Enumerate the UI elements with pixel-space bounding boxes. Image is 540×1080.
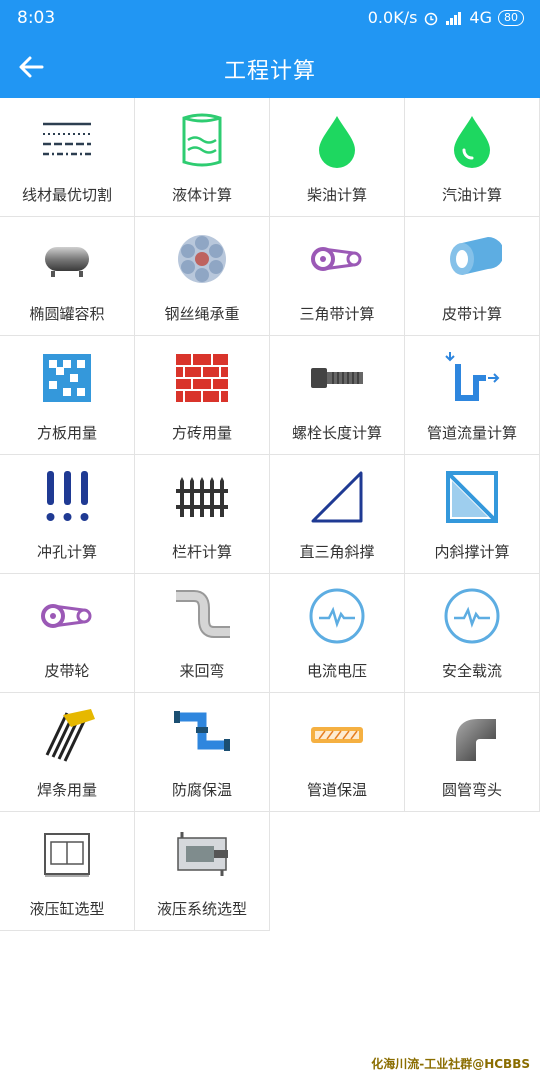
pulley-icon (41, 604, 92, 628)
grid-item-liquid[interactable]: 液体计算 (135, 98, 270, 217)
grid-item-pipe-insulation[interactable]: 管道保温 (270, 693, 405, 812)
liquid-cylinder-icon (182, 113, 222, 167)
bolt-icon (311, 368, 363, 388)
grid-item-label: 液压系统选型 (156, 900, 247, 918)
right-triangle-icon (311, 471, 363, 523)
grid-item-label: 线材最优切割 (21, 186, 112, 204)
grid-item-label: 椭圆罐容积 (29, 305, 105, 323)
grid-item-label: 汽油计算 (441, 186, 502, 204)
grid-item-label: 方砖用量 (171, 424, 232, 442)
grid-item-pipe-flow[interactable]: 管道流量计算 (405, 336, 540, 455)
brick-icon (176, 354, 228, 402)
tank-icon (45, 247, 89, 277)
green-drop-outline-icon (454, 116, 490, 168)
grid-item-label: 方板用量 (36, 424, 97, 442)
grid-item-label: 皮带计算 (441, 305, 502, 323)
hydraulic-system-icon (177, 832, 228, 876)
elbow-icon (456, 719, 496, 761)
watermark: 化海川流-工业社群@HCBBS (371, 1057, 530, 1071)
grid-item-label: 安全载流 (441, 662, 502, 680)
grid-item-punch[interactable]: 冲孔计算 (0, 455, 135, 574)
grid-item-pulley[interactable]: 皮带轮 (0, 574, 135, 693)
grid-item-label: 液压缸选型 (29, 900, 105, 918)
grid-item-label: 管道流量计算 (426, 424, 517, 442)
grid-item-right-triangle[interactable]: 直三角斜撑 (270, 455, 405, 574)
signal-type: 4G (469, 8, 492, 27)
grid-item-label: 焊条用量 (36, 781, 97, 799)
pipe-insulation-icon (311, 727, 363, 743)
grid-item-label: 内斜撑计算 (434, 543, 510, 561)
grid-item-wire-cut[interactable]: 线材最优切割 (0, 98, 135, 217)
dashed-lines-icon (43, 122, 91, 156)
grid-item-v-belt[interactable]: 三角带计算 (270, 217, 405, 336)
pipe-flow-icon (445, 352, 500, 401)
grid-item-label: 螺栓长度计算 (291, 424, 382, 442)
grid-item-welding-rod[interactable]: 焊条用量 (0, 693, 135, 812)
grid-item-label: 冲孔计算 (36, 543, 97, 561)
grid-item-label: 柴油计算 (306, 186, 367, 204)
grid-item-label: 液体计算 (171, 186, 232, 204)
grid-item-s-bend[interactable]: 来回弯 (135, 574, 270, 693)
fence-icon (176, 477, 228, 517)
status-bar: 8:03 0.0K/s 4G 80 (0, 0, 540, 38)
network-speed: 0.0K/s (367, 8, 418, 27)
grid-item-diesel[interactable]: 柴油计算 (270, 98, 405, 217)
grid-item-hydraulic-system[interactable]: 液压系统选型 (135, 812, 270, 931)
grid-item-safe-current[interactable]: 安全载流 (405, 574, 540, 693)
belt-roll-icon (450, 237, 502, 275)
grid-item-wire-rope[interactable]: 钢丝绳承重 (135, 217, 270, 336)
grid-item-plate[interactable]: 方板用量 (0, 336, 135, 455)
welding-rod-icon (45, 709, 95, 762)
hydraulic-cylinder-icon (44, 833, 90, 877)
grid-item-label: 管道保温 (306, 781, 367, 799)
grid-item-label: 防腐保温 (171, 781, 232, 799)
page-title: 工程计算 (223, 59, 316, 84)
grid-item-label: 皮带轮 (44, 662, 90, 680)
plate-grid-icon (43, 354, 91, 402)
grid-item-label: 钢丝绳承重 (164, 305, 240, 323)
grid-item-anticorrosion[interactable]: 防腐保温 (135, 693, 270, 812)
inner-brace-icon (446, 471, 498, 523)
current-voltage-icon (309, 588, 365, 644)
wire-rope-icon (178, 235, 226, 283)
grid-item-label: 直三角斜撑 (299, 543, 375, 561)
v-belt-icon (311, 247, 362, 271)
anticorrosion-pipe-icon (174, 711, 230, 751)
grid-item-gasoline[interactable]: 汽油计算 (405, 98, 540, 217)
grid-item-belt[interactable]: 皮带计算 (405, 217, 540, 336)
alarm-icon (425, 12, 438, 25)
grid-item-label: 圆管弯头 (441, 781, 502, 799)
signal-icon (446, 11, 462, 25)
grid-item-label: 三角带计算 (299, 305, 375, 323)
grid-item-label: 来回弯 (179, 662, 225, 680)
s-bend-icon (176, 590, 230, 638)
grid-item-bolt[interactable]: 螺栓长度计算 (270, 336, 405, 455)
grid-item-elbow[interactable]: 圆管弯头 (405, 693, 540, 812)
grid-item-label: 电流电压 (306, 662, 367, 680)
grid-item-label: 栏杆计算 (171, 543, 232, 561)
battery-indicator: 80 (498, 9, 524, 26)
grid-item-hydraulic-cylinder[interactable]: 液压缸选型 (0, 812, 135, 931)
grid-item-inner-brace[interactable]: 内斜撑计算 (405, 455, 540, 574)
green-drop-icon (319, 116, 355, 168)
status-time: 8:03 (17, 8, 56, 28)
status-right: 0.0K/s 4G 80 (368, 8, 524, 27)
grid-item-railing[interactable]: 栏杆计算 (135, 455, 270, 574)
punch-icon (46, 471, 89, 521)
safe-current-icon (444, 588, 500, 644)
grid-item-current-voltage[interactable]: 电流电压 (270, 574, 405, 693)
app-bar: 工程计算 (0, 38, 540, 98)
grid-item-tank[interactable]: 椭圆罐容积 (0, 217, 135, 336)
grid-item-brick[interactable]: 方砖用量 (135, 336, 270, 455)
